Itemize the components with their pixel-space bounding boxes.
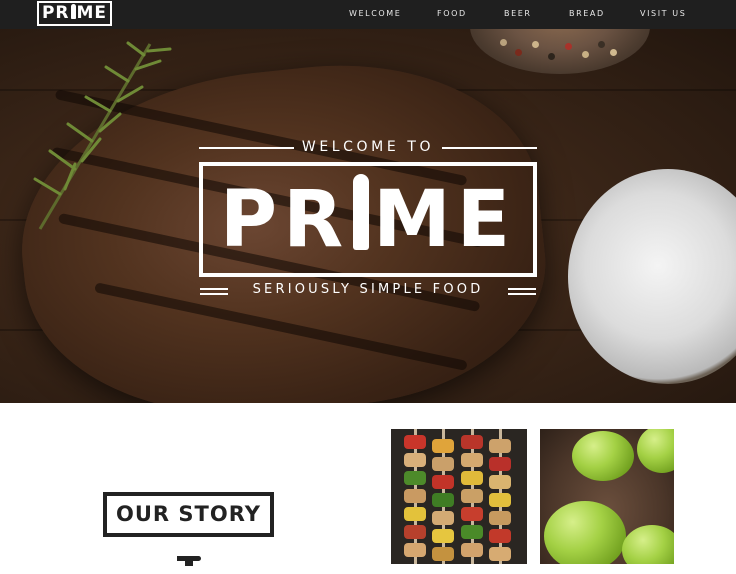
knife-handle: [185, 559, 193, 566]
peppercorn-bowl-image: [470, 29, 650, 74]
knife-icon: [353, 174, 370, 250]
rosemary-image: [33, 41, 172, 230]
nav-item-bread[interactable]: BREAD: [569, 9, 605, 18]
salt-bowl-image: [568, 169, 736, 384]
prime-title: PR ME: [203, 170, 533, 270]
limes-photo: [540, 429, 674, 564]
nav-item-food[interactable]: FOOD: [437, 9, 467, 18]
nav-item-beer[interactable]: BEER: [504, 9, 532, 18]
tagline: SERIOUSLY SIMPLE FOOD: [252, 282, 484, 297]
our-story-heading: OUR STORY: [103, 492, 274, 537]
knife-icon: [70, 4, 76, 19]
nav-item-welcome[interactable]: WELCOME: [349, 9, 401, 18]
prime-logo[interactable]: PR ME: [37, 1, 112, 26]
prime-title-prefix: PR: [219, 175, 350, 265]
nav-item-visit-us[interactable]: VISIT US: [640, 9, 686, 18]
logo-text-prefix: PR: [41, 3, 70, 23]
prime-title-suffix: ME: [373, 175, 517, 265]
hero-banner: WELCOME TO PR ME SERIOUSLY SIMPLE FOOD: [0, 29, 736, 403]
kebab-photo: [391, 429, 527, 564]
prime-title-box: PR ME: [199, 162, 537, 277]
tagline-rule-right: [508, 288, 536, 290]
logo-text-suffix: ME: [76, 3, 108, 23]
welcome-heading: WELCOME TO: [301, 139, 435, 155]
tagline-rule-left: [200, 293, 228, 295]
top-nav-bar: PR ME WELCOME FOOD BEER BREAD VISIT US: [0, 0, 736, 29]
tagline-rule-right: [508, 293, 536, 295]
tagline-rule-left: [200, 288, 228, 290]
